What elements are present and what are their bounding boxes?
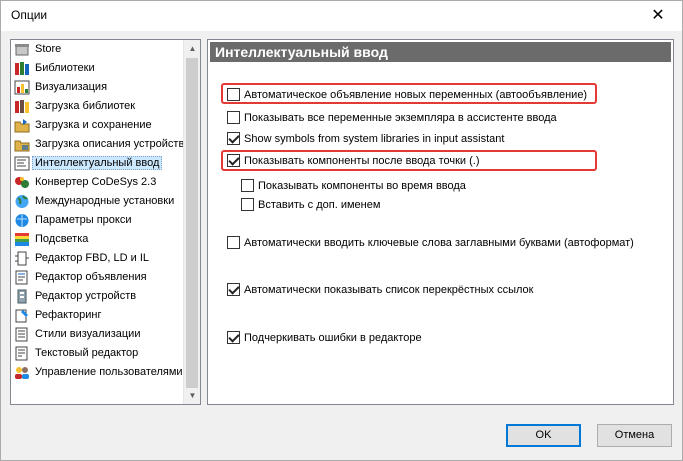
tree-item-label: Визуализация bbox=[35, 81, 108, 93]
declaration-editor-icon bbox=[14, 270, 30, 285]
tree-item-17[interactable]: Управление пользователями bbox=[11, 363, 185, 382]
tree-item-7[interactable]: Конвертер CoDeSys 2.3 bbox=[11, 173, 185, 192]
tree-item-label: Рефакторинг bbox=[35, 309, 102, 321]
close-icon[interactable]: ✕ bbox=[640, 1, 676, 31]
tree-item-label: Библиотеки bbox=[35, 62, 95, 74]
tree-item-label: Редактор FBD, LD и IL bbox=[35, 252, 150, 264]
option-label: Show symbols from system libraries in in… bbox=[244, 133, 505, 145]
fbd-editor-icon bbox=[14, 251, 30, 266]
scroll-down-icon[interactable]: ▼ bbox=[184, 387, 200, 404]
store-icon bbox=[14, 42, 30, 57]
tree-item-label: Подсветка bbox=[35, 233, 89, 245]
tree-item-5[interactable]: Загрузка описания устройств bbox=[11, 135, 185, 154]
tree-item-15[interactable]: Стили визуализации bbox=[11, 325, 185, 344]
tree-item-13[interactable]: Редактор устройств bbox=[11, 287, 185, 306]
tree-item-0[interactable]: Store bbox=[11, 40, 185, 59]
option-label: Показывать все переменные экземпляра в а… bbox=[244, 112, 557, 124]
users-icon bbox=[14, 365, 30, 380]
option-label: Вставить с доп. именем bbox=[258, 199, 381, 211]
tree-item-label: Store bbox=[35, 43, 62, 55]
proxy-globe-icon bbox=[14, 213, 30, 228]
option-label: Автоматически показывать список перекрёс… bbox=[244, 284, 534, 296]
options-dialog: Опции ✕ Store Библиотеки Визуализация Загру… bbox=[0, 0, 683, 461]
cancel-button[interactable]: Отмена bbox=[597, 424, 672, 447]
converter-icon bbox=[14, 175, 30, 190]
tree-item-label: Загрузка и сохранение bbox=[35, 119, 152, 131]
tree-item-2[interactable]: Визуализация bbox=[11, 78, 185, 97]
tree-item-3[interactable]: Загрузка библиотек bbox=[11, 97, 185, 116]
tree-item-14[interactable]: Рефакторинг bbox=[11, 306, 185, 325]
cancel-button-label: Отмена bbox=[614, 429, 655, 441]
tree-item-9[interactable]: Параметры прокси bbox=[11, 211, 185, 230]
tree-item-label: Загрузка описания устройств bbox=[35, 138, 185, 150]
checkbox-autodeclare[interactable] bbox=[227, 88, 240, 101]
checkbox-show-all-instance-vars[interactable] bbox=[227, 111, 240, 124]
checkbox-show-components-after-dot[interactable] bbox=[227, 154, 240, 167]
device-description-icon bbox=[14, 137, 30, 152]
options-category-tree[interactable]: Store Библиотеки Визуализация Загрузка библ… bbox=[10, 39, 201, 405]
checkbox-auto-crossref-list[interactable] bbox=[227, 283, 240, 296]
ok-button-label: OK bbox=[535, 429, 552, 441]
scroll-thumb[interactable] bbox=[186, 58, 198, 388]
ok-button[interactable]: OK bbox=[506, 424, 581, 447]
checkbox-insert-with-qualifier[interactable] bbox=[241, 198, 254, 211]
category-list: Store Библиотеки Визуализация Загрузка библ… bbox=[11, 40, 185, 382]
tree-item-label: Загрузка библиотек bbox=[35, 100, 136, 112]
smart-input-icon bbox=[14, 156, 30, 171]
device-editor-icon bbox=[14, 289, 30, 304]
checkbox-underline-errors[interactable] bbox=[227, 331, 240, 344]
option-label: Автоматически вводить ключевые слова заг… bbox=[244, 237, 634, 249]
tree-scrollbar[interactable]: ▲ ▼ bbox=[183, 40, 200, 404]
text-editor-icon bbox=[14, 346, 30, 361]
checkbox-autoformat-keywords[interactable] bbox=[227, 236, 240, 249]
highlight-icon bbox=[14, 232, 30, 247]
visualization-styles-icon bbox=[14, 327, 30, 342]
option-label: Подчеркивать ошибки в редакторе bbox=[244, 332, 422, 344]
tree-item-label: Редактор устройств bbox=[35, 290, 137, 302]
tree-item-16[interactable]: Текстовый редактор bbox=[11, 344, 185, 363]
tree-item-label: Интеллектуальный ввод bbox=[32, 156, 163, 170]
library-books-icon bbox=[14, 61, 30, 76]
tree-item-label: Текстовый редактор bbox=[35, 347, 139, 359]
option-label: Показывать компоненты после ввода точки … bbox=[244, 155, 480, 167]
tree-item-11[interactable]: Редактор FBD, LD и IL bbox=[11, 249, 185, 268]
checkbox-show-system-symbols[interactable] bbox=[227, 132, 240, 145]
tree-item-6[interactable]: Интеллектуальный ввод bbox=[11, 154, 185, 173]
scroll-up-icon[interactable]: ▲ bbox=[184, 40, 200, 57]
library-download-icon bbox=[14, 99, 30, 114]
window-title: Опции bbox=[11, 8, 48, 22]
tree-item-label: Конвертер CoDeSys 2.3 bbox=[35, 176, 157, 188]
refactoring-icon bbox=[14, 308, 30, 323]
settings-panel: Интеллектуальный ввод Автоматическое объ… bbox=[207, 39, 674, 405]
tree-item-8[interactable]: Международные установки bbox=[11, 192, 185, 211]
tree-item-12[interactable]: Редактор объявления bbox=[11, 268, 185, 287]
panel-title: Интеллектуальный ввод bbox=[210, 42, 671, 62]
checkbox-show-components-while-typing[interactable] bbox=[241, 179, 254, 192]
globe-icon bbox=[14, 194, 30, 209]
tree-item-label: Редактор объявления bbox=[35, 271, 147, 283]
visualization-icon bbox=[14, 80, 30, 95]
tree-item-label: Управление пользователями bbox=[35, 366, 183, 378]
tree-item-1[interactable]: Библиотеки bbox=[11, 59, 185, 78]
tree-item-10[interactable]: Подсветка bbox=[11, 230, 185, 249]
option-label: Показывать компоненты во время ввода bbox=[258, 180, 466, 192]
tree-item-label: Стили визуализации bbox=[35, 328, 141, 340]
tree-item-label: Международные установки bbox=[35, 195, 175, 207]
tree-item-4[interactable]: Загрузка и сохранение bbox=[11, 116, 185, 135]
option-label: Автоматическое объявление новых переменн… bbox=[244, 89, 588, 101]
title-bar: Опции ✕ bbox=[1, 1, 682, 31]
load-save-folder-icon bbox=[14, 118, 30, 133]
tree-item-label: Параметры прокси bbox=[35, 214, 132, 226]
